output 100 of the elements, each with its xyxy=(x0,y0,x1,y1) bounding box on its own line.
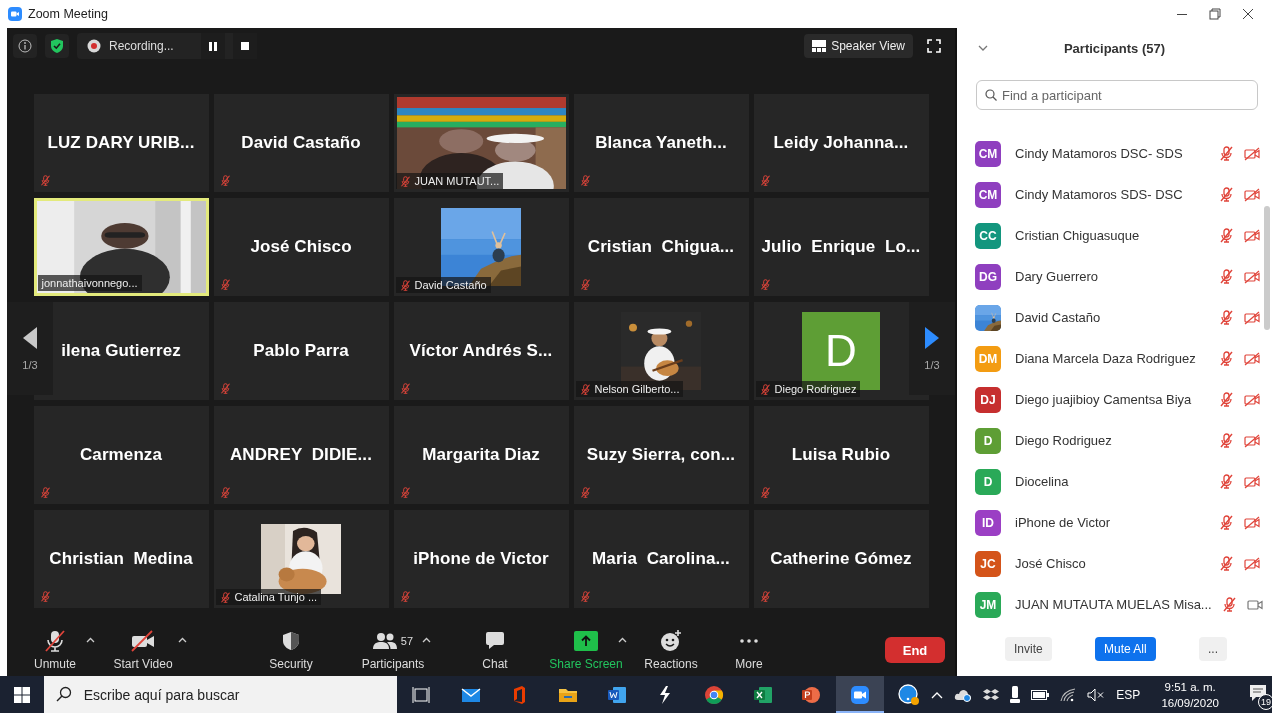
previous-page-button[interactable]: 1/3 xyxy=(7,302,53,395)
arrow-left-icon xyxy=(23,326,37,349)
taskbar-search-field[interactable]: Escribe aquí para buscar xyxy=(43,676,398,713)
participant-name: Nelson Gilberto... xyxy=(594,383,680,395)
participant-name: Christian Medina xyxy=(49,549,193,569)
participant-name: Víctor Andrés S... xyxy=(409,341,553,361)
scrollbar[interactable] xyxy=(1264,206,1270,330)
recording-status: Recording... xyxy=(109,39,175,53)
video-off-icon[interactable] xyxy=(1244,473,1260,490)
caret-up-icon[interactable] xyxy=(422,636,431,643)
invite-button[interactable]: Invite xyxy=(1005,637,1052,661)
participant-name: JUAN MUTAUTA MUELAS Misa... xyxy=(1015,597,1212,612)
sync-icon[interactable] xyxy=(983,687,1000,702)
mute-all-button[interactable]: Mute All xyxy=(1095,637,1156,661)
spreadsheet-icon[interactable] xyxy=(752,684,773,705)
participant-name: David Castaño xyxy=(241,133,361,153)
browser-icon[interactable] xyxy=(703,684,724,705)
unmute-button[interactable]: Unmute xyxy=(34,629,76,671)
share-screen-button[interactable]: Share Screen xyxy=(549,629,623,671)
participant-name: Dary Guerrero xyxy=(1015,269,1100,284)
search-field[interactable]: Find a participant xyxy=(976,80,1258,110)
muted-microphone-icon[interactable] xyxy=(1219,392,1234,407)
participant-row[interactable]: D Diego Rodriguez xyxy=(957,420,1272,461)
muted-microphone-icon[interactable] xyxy=(1219,228,1234,243)
participant-name: Cindy Matamoros SDS- DSC xyxy=(1015,187,1184,202)
video-off-icon[interactable] xyxy=(1244,391,1260,408)
close-icon[interactable] xyxy=(1242,8,1254,20)
cloud-icon[interactable] xyxy=(954,687,973,702)
more-options-button[interactable]: ... xyxy=(1198,637,1227,661)
participant-row[interactable]: D Diocelina xyxy=(957,461,1272,502)
security-button[interactable]: Security xyxy=(269,629,313,671)
battery-icon[interactable] xyxy=(1031,689,1050,700)
participant-row[interactable]: JM JUAN MUTAUTA MUELAS Misa... xyxy=(957,584,1272,622)
video-off-icon[interactable] xyxy=(1244,227,1260,244)
language-indicator[interactable]: ESP xyxy=(1116,687,1141,702)
participant-name: iPhone de Victor xyxy=(413,549,549,569)
muted-microphone-icon[interactable] xyxy=(1219,515,1234,530)
more-button[interactable]: More xyxy=(735,629,763,671)
participant-row[interactable]: JC José Chisco xyxy=(957,543,1272,584)
muted-microphone-icon[interactable] xyxy=(1219,351,1234,366)
wifi-icon[interactable] xyxy=(1060,687,1077,702)
muted-microphone-icon[interactable] xyxy=(1219,187,1234,202)
video-off-icon[interactable] xyxy=(1244,268,1260,285)
muted-microphone-icon[interactable] xyxy=(1219,269,1234,284)
participant-row[interactable]: CC Cristian Chiguasuque xyxy=(957,215,1272,256)
word-processor-icon[interactable] xyxy=(606,684,627,705)
muted-microphone-icon[interactable] xyxy=(1219,433,1234,448)
presentation-icon[interactable] xyxy=(801,684,822,705)
next-page-button[interactable]: 1/3 xyxy=(909,302,955,395)
participant-name: Luisa Rubio xyxy=(791,445,891,465)
end-button[interactable]: End xyxy=(885,637,945,663)
people-icon xyxy=(372,631,397,650)
participant-name: ilena Gutierrez xyxy=(61,341,181,361)
speaker-muted-icon[interactable] xyxy=(1087,687,1106,702)
restore-icon[interactable] xyxy=(1209,8,1221,20)
grid-icon xyxy=(812,40,827,52)
fullscreen-icon[interactable] xyxy=(927,39,941,53)
reactions-button[interactable]: Reactions xyxy=(644,629,698,671)
caret-up-icon[interactable] xyxy=(618,636,627,643)
video-off-icon[interactable] xyxy=(1244,555,1260,572)
participant-row[interactable]: ID iPhone de Victor xyxy=(957,502,1272,543)
video-off-icon[interactable] xyxy=(1244,186,1260,203)
chevron-up-icon[interactable] xyxy=(931,690,944,699)
video-camera-icon[interactable] xyxy=(850,684,870,705)
start-video-button[interactable]: Start Video xyxy=(113,629,173,671)
task-view-icon[interactable] xyxy=(411,684,432,705)
participant-name: Pablo Parra xyxy=(253,341,349,361)
participant-name: Carmenza xyxy=(79,445,163,465)
video-off-icon[interactable] xyxy=(1244,350,1260,367)
speaker-view-button[interactable]: Speaker View xyxy=(804,34,913,58)
record-icon xyxy=(87,39,101,53)
participant-row[interactable]: David Castaño xyxy=(957,297,1272,338)
chat-button[interactable]: Chat xyxy=(482,629,508,671)
participant-row[interactable]: CM Cindy Matamoros SDS- DSC xyxy=(957,174,1272,215)
video-camera-icon xyxy=(8,7,22,21)
muted-microphone-icon[interactable] xyxy=(1219,310,1234,325)
muted-microphone-icon[interactable] xyxy=(1219,556,1234,571)
usb-drive-icon[interactable] xyxy=(1010,685,1021,704)
participant-row[interactable]: DG Dary Guerrero xyxy=(957,256,1272,297)
caret-up-icon[interactable] xyxy=(178,636,187,643)
video-off-icon[interactable] xyxy=(1244,309,1260,326)
participants-button[interactable]: 57 Participants xyxy=(361,629,425,671)
muted-microphone-icon[interactable] xyxy=(1219,146,1234,161)
muted-microphone-icon[interactable] xyxy=(1219,474,1234,489)
participant-row[interactable]: DM Diana Marcela Daza Rodriguez xyxy=(957,338,1272,379)
chevron-down-icon[interactable] xyxy=(978,45,988,51)
video-off-icon[interactable] xyxy=(1244,145,1260,162)
participant-name: Suzy Sierra, con... xyxy=(586,445,736,465)
video-off-icon[interactable] xyxy=(1244,514,1260,531)
muted-microphone-icon[interactable] xyxy=(1221,597,1237,612)
clock[interactable]: 9:51 a. m. 16/09/2020 xyxy=(1161,678,1219,711)
video-off-icon[interactable] xyxy=(1244,432,1260,449)
caret-up-icon[interactable] xyxy=(86,636,95,643)
participant-name: Diego Rodriguez xyxy=(1015,433,1113,448)
participant-row[interactable]: DJ Diego juajibioy Camentsa Biya xyxy=(957,379,1272,420)
info-button[interactable] xyxy=(13,34,37,58)
participant-row[interactable]: CM Cindy Matamoros DSC- SDS xyxy=(957,133,1272,174)
participant-name: iPhone de Victor xyxy=(1015,515,1112,530)
security-status-button[interactable] xyxy=(45,34,69,58)
help-icon[interactable] xyxy=(898,683,921,706)
